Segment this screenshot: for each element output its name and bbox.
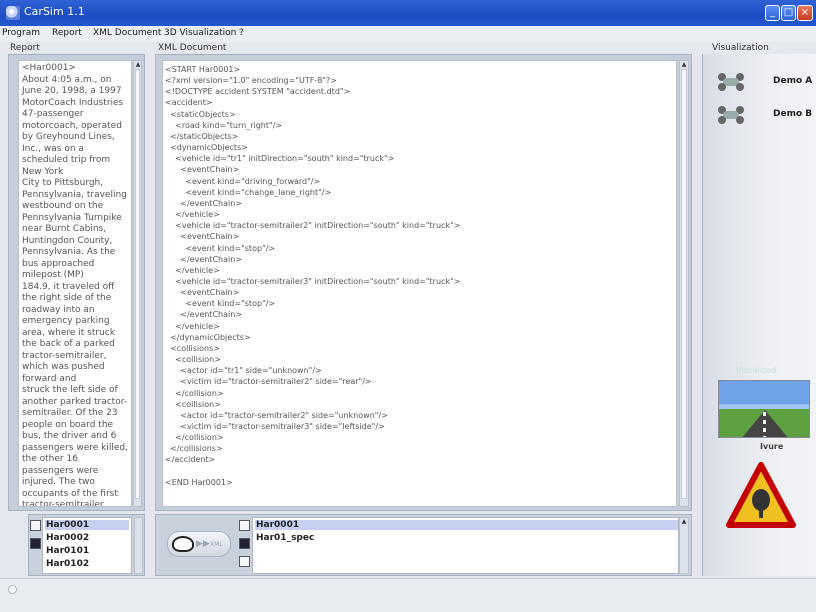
menu-bar: Program Report XML Document 3D Visualiza… — [0, 26, 816, 42]
xml-line: <collision> — [165, 355, 221, 365]
scroll-up-icon[interactable]: ▲ — [681, 519, 687, 525]
warning-sign-icon — [726, 462, 796, 528]
xml-line: <vehicle id="tractor-semitrailer2" initD… — [165, 221, 461, 231]
menu-3d-visualization[interactable]: 3D Visualization — [164, 28, 236, 38]
title-bar: CarSim 1.1 _ □ × — [0, 0, 816, 26]
convert-to-xml-button[interactable]: ▶▶ XML — [167, 531, 231, 557]
demo-b-item[interactable]: Demo B — [718, 103, 816, 127]
xml-line: <event kind="change_lane_right"/> — [165, 187, 332, 197]
scroll-up-icon[interactable]: ▲ — [135, 62, 141, 68]
open-spec-icon[interactable] — [239, 556, 250, 567]
xml-section-label: XML Document — [158, 43, 227, 53]
xml-line: <road kind="turn_right"/> — [165, 120, 283, 130]
xml-line: <event kind="stop"/> — [165, 299, 276, 309]
xml-line: <staticObjects> — [165, 109, 236, 119]
menu-program[interactable]: Program — [2, 28, 40, 38]
xml-line: <collision> — [165, 399, 221, 409]
vehicle-icon — [718, 106, 746, 124]
list-item[interactable]: Har0001 — [45, 520, 129, 530]
menu-help[interactable]: ? — [239, 28, 244, 38]
demo-b-label: Demo B — [773, 109, 813, 119]
xml-line: </vehicle> — [165, 321, 220, 331]
xml-line: <eventChain> — [165, 288, 240, 298]
xml-line: <victim id="tractor-semitrailer2" side="… — [165, 377, 372, 387]
report-section-label: Report — [10, 43, 40, 53]
xml-line: <?xml version="1.0" encoding="UTF-8"?> — [165, 76, 337, 86]
report-scrollbar[interactable]: ▲ — [133, 60, 142, 507]
xml-line: </collision> — [165, 388, 224, 398]
xml-line: </eventChain> — [165, 198, 242, 208]
xml-line: </vehicle> — [165, 265, 220, 275]
report-text-area[interactable]: <Har0001> About 4:05 a.m., on June 20, 1… — [18, 60, 132, 507]
status-indicator-icon — [8, 585, 17, 594]
xml-line: </collision> — [165, 433, 224, 443]
xml-line: </vehicle> — [165, 210, 220, 220]
carsim-window: CarSim 1.1 _ □ × Program Report XML Docu… — [0, 0, 816, 612]
menu-report[interactable]: Report — [52, 28, 82, 38]
list-item[interactable]: Har0001 — [255, 520, 678, 530]
save-spec-icon[interactable] — [239, 538, 250, 549]
xml-line: <event kind="stop"/> — [165, 243, 276, 253]
thumbnail-caption-top: Visualized — [736, 366, 777, 375]
xml-line: </dynamicObjects> — [165, 332, 251, 342]
xml-line: <vehicle id="tractor-semitrailer3" initD… — [165, 276, 461, 286]
arrow-icon: ▶▶ — [196, 539, 210, 549]
menu-xml-document[interactable]: XML Document — [93, 28, 161, 38]
spec-file-list[interactable]: Har0001 Har01_spec — [252, 517, 679, 574]
xml-line: <START Har0001> — [165, 65, 241, 74]
app-icon — [6, 6, 20, 20]
car-icon — [172, 536, 194, 552]
xml-scrollbar[interactable]: ▲ — [679, 60, 689, 507]
new-spec-icon[interactable] — [239, 520, 250, 531]
xml-line: <!DOCTYPE accident SYSTEM "accident.dtd"… — [165, 87, 351, 97]
xml-line: </eventChain> — [165, 254, 242, 264]
xml-line: </staticObjects> — [165, 131, 239, 141]
xml-line — [165, 466, 674, 477]
list-item[interactable]: Har0002 — [46, 533, 89, 543]
xml-scroll-thumb[interactable] — [681, 69, 687, 499]
xml-line: <vehicle id="tr1" initDirection="south" … — [165, 154, 395, 164]
xml-line: <victim id="tractor-semitrailer3" side="… — [165, 422, 385, 431]
xml-line: </eventChain> — [165, 310, 242, 320]
xml-line: </collisions> — [165, 444, 223, 454]
report-file-list-scrollbar[interactable] — [134, 517, 143, 574]
scroll-up-icon[interactable]: ▲ — [681, 62, 687, 68]
xml-line: <eventChain> — [165, 232, 240, 242]
demo-a-item[interactable]: Demo A — [718, 70, 816, 94]
xml-line: <eventChain> — [165, 165, 240, 175]
xml-line: <collisions> — [165, 343, 220, 353]
spec-list-scrollbar[interactable]: ▲ — [679, 517, 689, 574]
new-file-icon[interactable] — [30, 520, 41, 531]
minimize-button[interactable]: _ — [765, 5, 780, 21]
xml-text-area[interactable]: <START Har0001> <?xml version="1.0" encod… — [162, 60, 677, 507]
road-scene-thumbnail[interactable] — [718, 380, 810, 438]
maximize-button[interactable]: □ — [781, 5, 796, 21]
report-scroll-thumb[interactable] — [135, 69, 140, 499]
xml-line: <dynamicObjects> — [165, 143, 248, 153]
visualization-section-label: Visualization — [712, 43, 769, 53]
status-bar — [0, 578, 816, 612]
xml-line: <actor id="tr1" side="unknown"/> — [165, 366, 322, 376]
save-icon[interactable] — [30, 538, 41, 549]
thumbnail-caption: Ivure — [760, 442, 784, 451]
vehicle-icon — [718, 73, 746, 91]
window-title: CarSim 1.1 — [24, 5, 85, 18]
xml-line: <accident> — [165, 98, 213, 108]
list-item[interactable]: Har0101 — [46, 546, 89, 556]
demo-a-label: Demo A — [773, 76, 813, 86]
xml-line: <END Har0001> — [165, 477, 233, 487]
list-item[interactable]: Har0102 — [46, 559, 89, 569]
xml-line: <actor id="tractor-semitrailer2" side="u… — [165, 410, 388, 420]
close-button[interactable]: × — [797, 5, 813, 21]
xml-line: </accident> — [165, 455, 216, 465]
list-item[interactable]: Har01_spec — [256, 533, 314, 543]
report-file-list[interactable]: Har0001 Har0002 Har0101 Har0102 — [42, 517, 132, 574]
xml-line: <event kind="driving_forward"/> — [165, 176, 321, 186]
convert-label: XML — [210, 541, 223, 548]
